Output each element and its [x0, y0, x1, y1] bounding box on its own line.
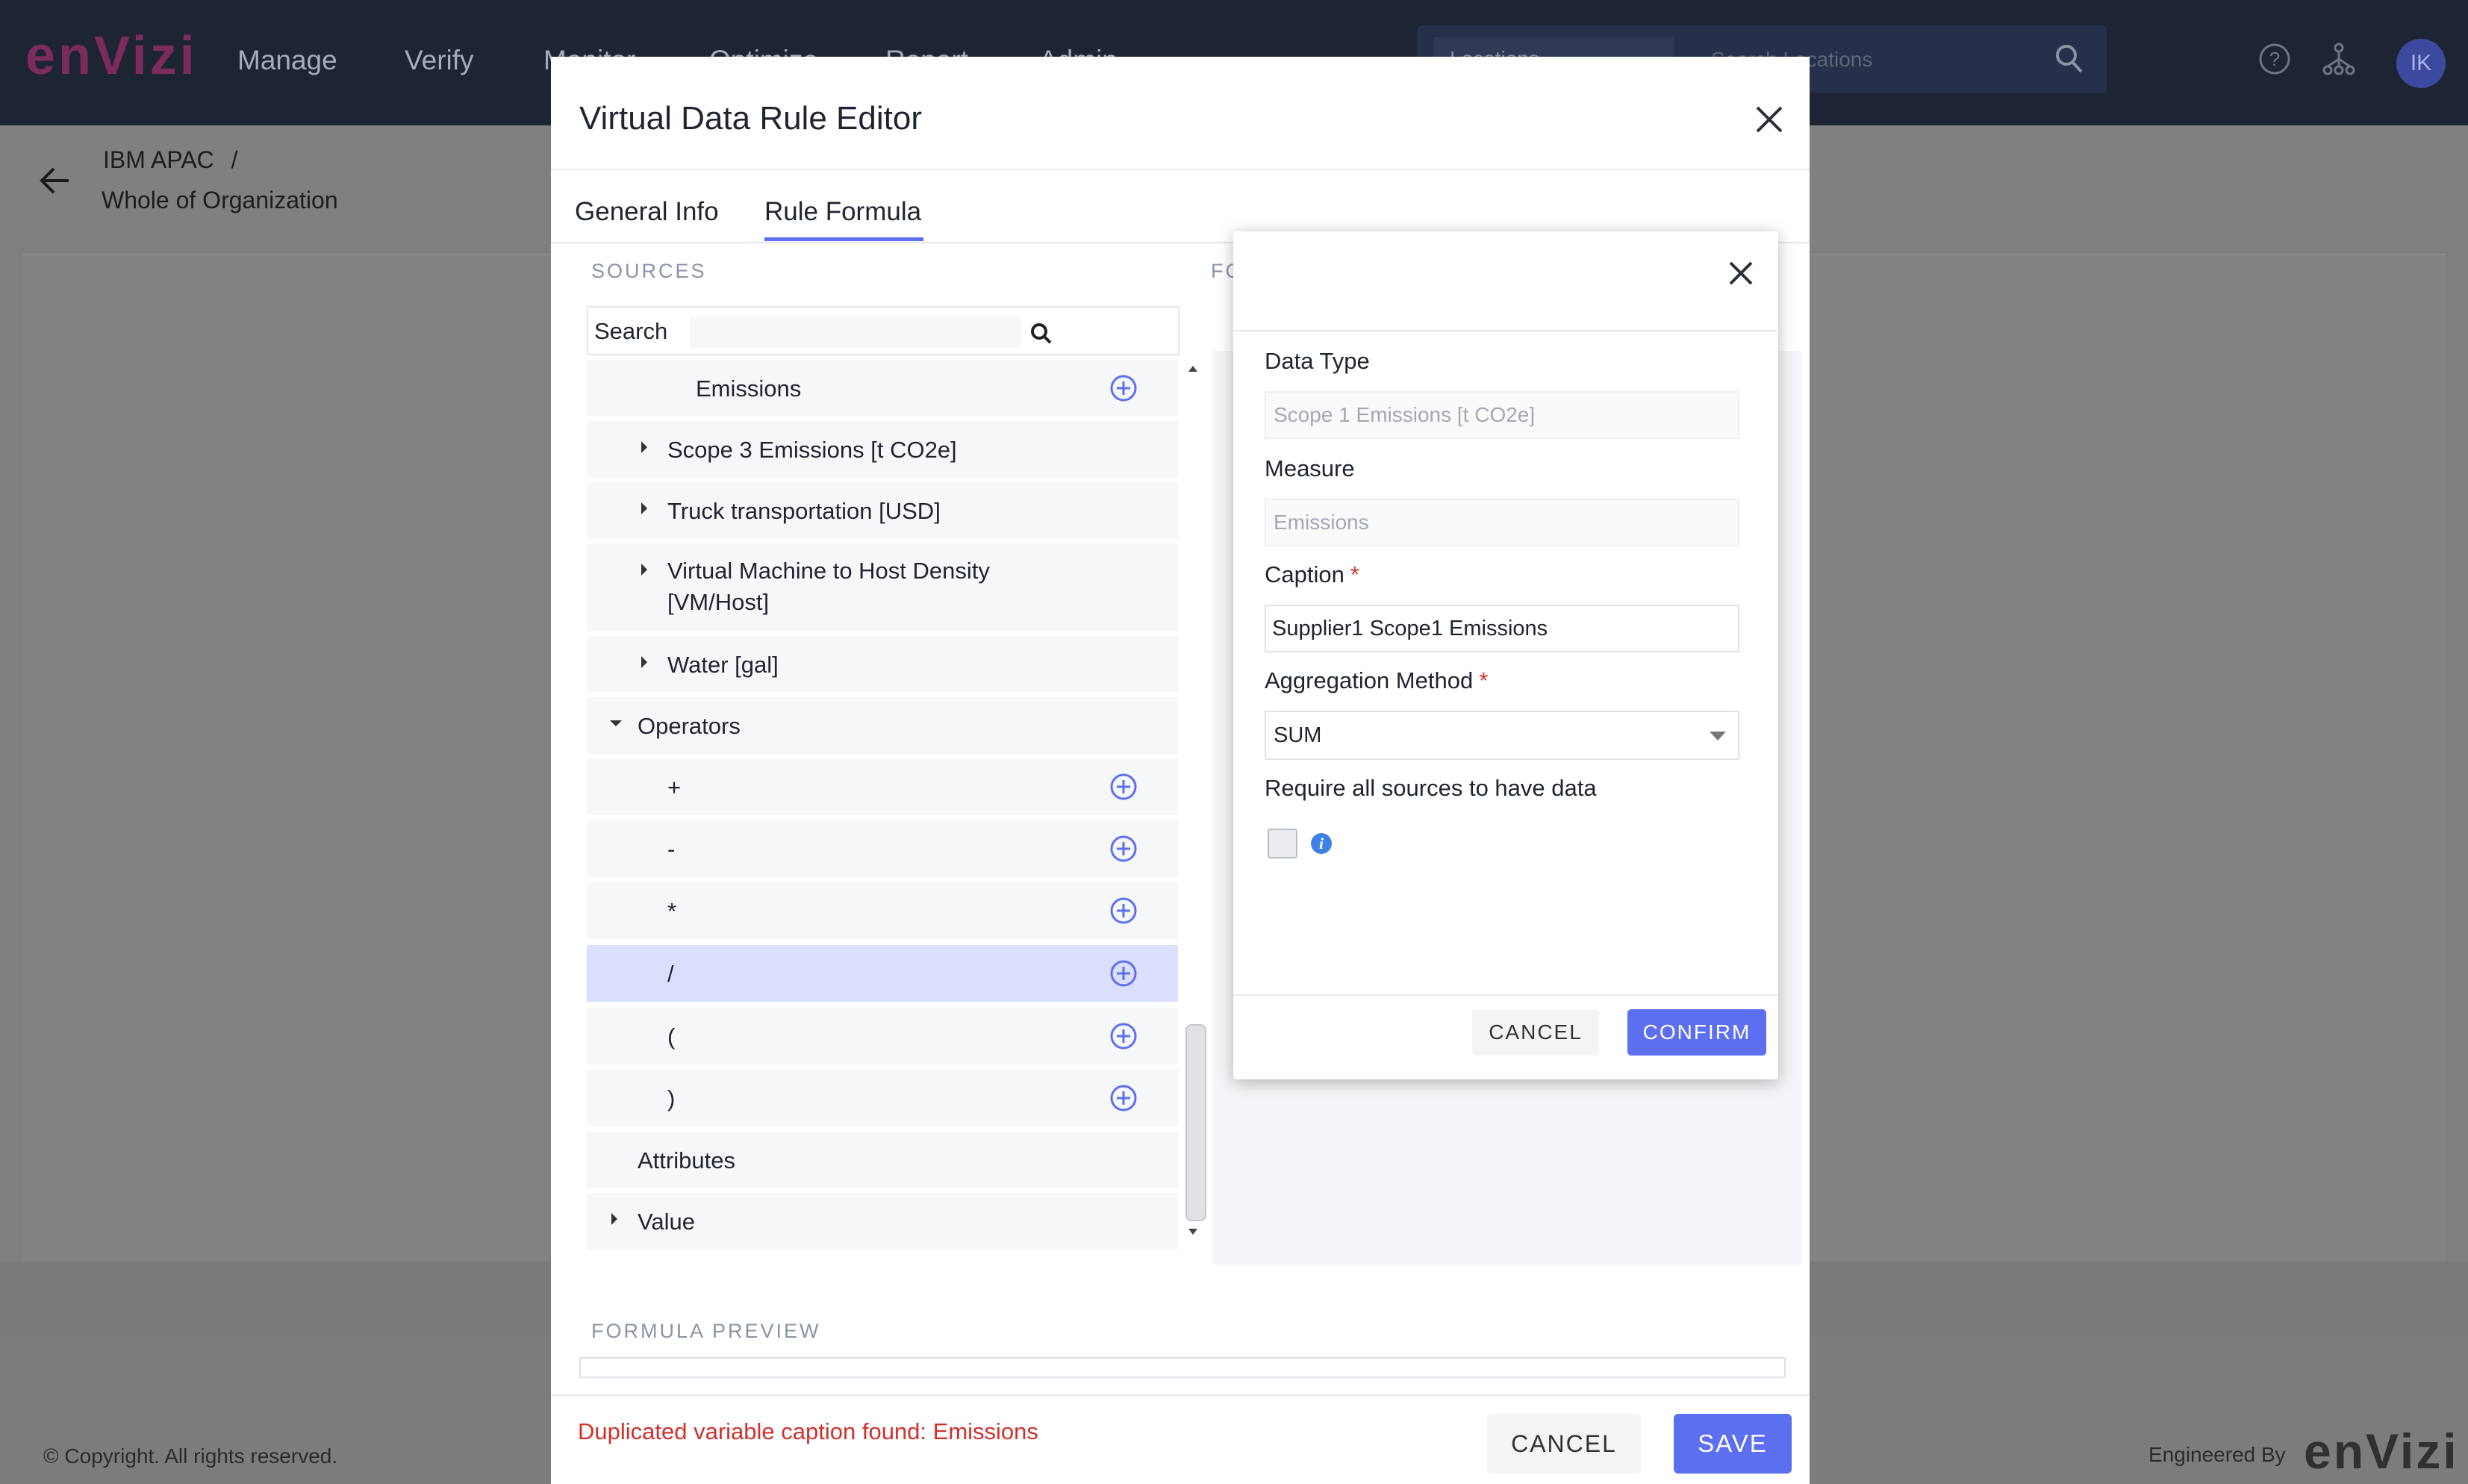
tree-item-operator-close-paren[interactable]: )	[587, 1070, 1178, 1126]
caption-label: Caption *	[1265, 561, 1359, 587]
svg-text:?: ?	[2269, 48, 2280, 70]
tree-item-emissions[interactable]: Emissions	[587, 360, 1178, 417]
save-button[interactable]: SAVE	[1674, 1414, 1792, 1474]
tab-general-info[interactable]: General Info	[575, 197, 719, 227]
tab-rule-formula[interactable]: Rule Formula	[764, 197, 921, 227]
caret-right-icon[interactable]	[639, 500, 649, 520]
search-icon[interactable]	[2054, 42, 2084, 78]
add-circle-icon[interactable]	[1109, 959, 1138, 991]
tree-item-operator-divide[interactable]: /	[587, 945, 1178, 1002]
tree-item-attributes[interactable]: Attributes	[587, 1132, 1178, 1188]
envizi-logo[interactable]: enVizi	[25, 25, 198, 87]
aggregation-method-value: SUM	[1274, 723, 1322, 747]
divider	[1233, 330, 1778, 331]
scrollbar-thumb[interactable]	[1185, 1024, 1206, 1221]
close-icon[interactable]	[1726, 258, 1756, 292]
back-arrow-icon[interactable]	[39, 166, 72, 199]
tree-item-vm-density[interactable]: Virtual Machine to Host Density [VM/Host…	[587, 543, 1178, 632]
measure-field: Emissions	[1265, 499, 1739, 546]
breadcrumb-parent[interactable]: IBM APAC	[103, 146, 214, 173]
footer-logo: enVizi	[2304, 1424, 2459, 1479]
tree-item-operator-plus[interactable]: +	[587, 758, 1178, 815]
dialog-title: Virtual Data Rule Editor	[579, 100, 922, 137]
add-circle-icon[interactable]	[1109, 897, 1138, 929]
add-circle-icon[interactable]	[1109, 835, 1138, 867]
tree-item-operators[interactable]: Operators	[587, 697, 1178, 754]
require-all-sources-label: Require all sources to have data	[1265, 775, 1597, 801]
add-circle-icon[interactable]	[1109, 773, 1138, 805]
engineered-by-text: Engineered By	[2148, 1443, 2286, 1466]
formula-preview-label: FORMULA PREVIEW	[591, 1320, 821, 1342]
search-icon[interactable]	[1030, 322, 1053, 349]
error-message: Duplicated variable caption found: Emiss…	[578, 1418, 1038, 1444]
require-all-sources-checkbox[interactable]	[1268, 829, 1297, 858]
tree-item-water[interactable]: Water [gal]	[587, 636, 1178, 693]
breadcrumb-current: Whole of Organization	[102, 187, 338, 213]
tree-item-operator-multiply[interactable]: *	[587, 882, 1178, 939]
cancel-button[interactable]: CANCEL	[1487, 1414, 1641, 1474]
info-icon[interactable]: i	[1311, 833, 1332, 854]
breadcrumb: IBM APAC /	[103, 146, 238, 174]
tree-item-value[interactable]: Value	[587, 1193, 1178, 1250]
caption-input[interactable]	[1265, 605, 1739, 652]
required-asterisk: *	[1479, 667, 1489, 693]
active-tab-indicator	[764, 237, 923, 241]
tree-item-operator-open-paren[interactable]: (	[587, 1008, 1178, 1064]
formula-preview-box	[579, 1357, 1786, 1378]
tree-item-truck[interactable]: Truck transportation [USD]	[587, 482, 1178, 539]
tree-item-scope3[interactable]: Scope 3 Emissions [t CO2e]	[587, 421, 1178, 478]
user-avatar[interactable]: IK	[2396, 39, 2446, 88]
caret-right-icon[interactable]	[639, 561, 649, 582]
sources-section-label: SOURCES	[591, 260, 707, 282]
nav-manage[interactable]: Manage	[237, 45, 337, 76]
add-circle-icon[interactable]	[1109, 1084, 1138, 1116]
chevron-down-icon	[1710, 732, 1726, 741]
scroll-up-arrow-icon[interactable]	[1185, 363, 1200, 375]
required-asterisk: *	[1350, 561, 1359, 587]
confirm-button[interactable]: CONFIRM	[1627, 1009, 1766, 1056]
data-type-field: Scope 1 Emissions [t CO2e]	[1265, 391, 1739, 439]
aggregation-method-select[interactable]: SUM	[1265, 711, 1739, 760]
copyright-text: © Copyright. All rights reserved.	[43, 1444, 338, 1468]
sources-search: Search	[587, 306, 1180, 355]
breadcrumb-separator: /	[231, 146, 238, 173]
divider	[1233, 994, 1778, 996]
data-type-label: Data Type	[1265, 348, 1370, 374]
sources-search-input[interactable]	[690, 317, 1021, 348]
measure-label: Measure	[1265, 455, 1355, 481]
caret-right-icon[interactable]	[639, 439, 649, 459]
close-icon[interactable]	[1751, 102, 1787, 141]
aggregation-method-label: Aggregation Method *	[1265, 667, 1489, 693]
tree-item-operator-minus[interactable]: -	[587, 820, 1178, 877]
popup-cancel-button[interactable]: CANCEL	[1472, 1009, 1599, 1056]
caret-down-icon[interactable]	[608, 718, 624, 732]
add-circle-icon[interactable]	[1109, 1022, 1138, 1054]
help-icon[interactable]: ?	[2257, 42, 2292, 80]
search-label: Search	[594, 318, 668, 344]
divider	[551, 169, 1810, 170]
add-circle-icon[interactable]	[1109, 374, 1138, 406]
caret-right-icon[interactable]	[639, 654, 649, 674]
scroll-down-arrow-icon[interactable]	[1185, 1226, 1200, 1238]
divider	[551, 1394, 1810, 1396]
nav-verify[interactable]: Verify	[405, 45, 474, 76]
hierarchy-icon[interactable]	[2322, 42, 2356, 80]
caret-right-icon[interactable]	[609, 1211, 620, 1231]
